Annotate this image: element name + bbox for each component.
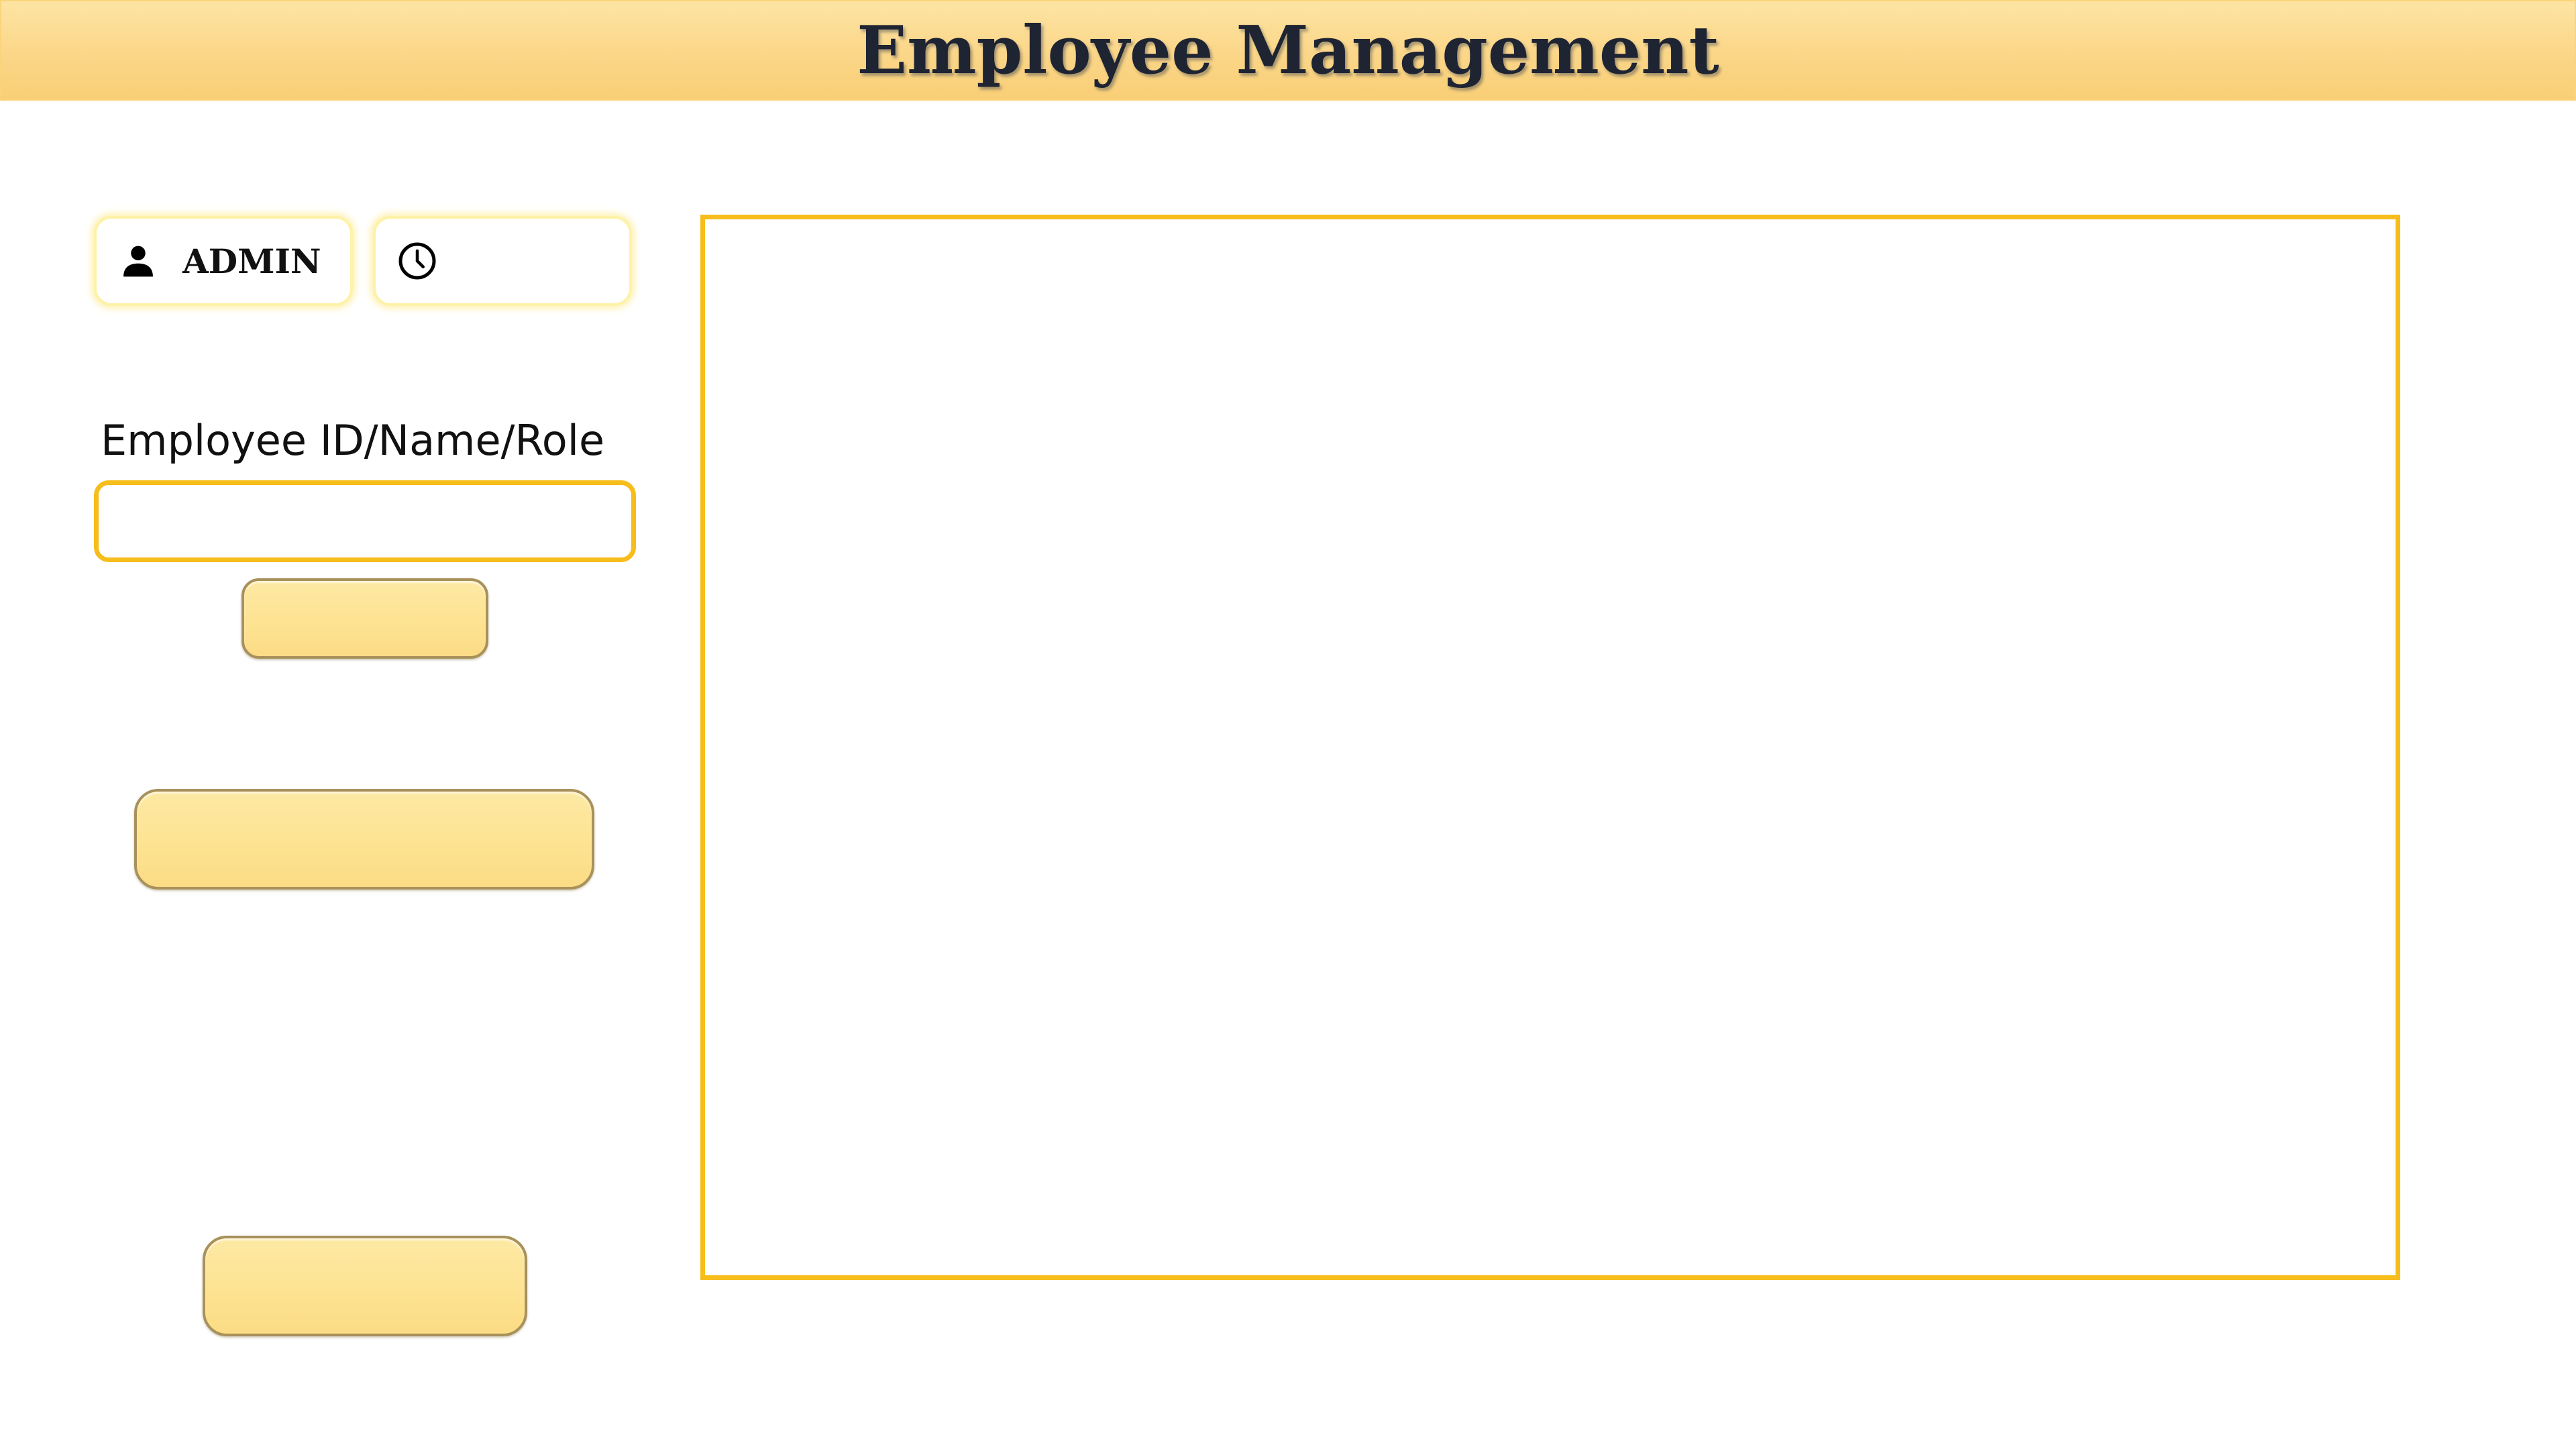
search-field-label: Employee ID/Name/Role	[101, 416, 605, 465]
employee-management-window: Employee Management ADMIN Employee ID/Na…	[0, 0, 2576, 1449]
clock-icon	[397, 241, 437, 281]
action-button[interactable]	[134, 789, 594, 890]
header-bar: Employee Management	[0, 0, 2576, 101]
bottom-action-button[interactable]	[203, 1236, 527, 1336]
employee-results-panel	[700, 215, 2400, 1280]
user-icon	[118, 241, 158, 281]
user-role-label: ADMIN	[182, 241, 321, 281]
clock-chip	[373, 216, 632, 306]
user-chip: ADMIN	[94, 216, 353, 306]
search-button[interactable]	[241, 578, 488, 659]
page-title: Employee Management	[857, 11, 1719, 89]
employee-search-input[interactable]	[94, 480, 636, 562]
